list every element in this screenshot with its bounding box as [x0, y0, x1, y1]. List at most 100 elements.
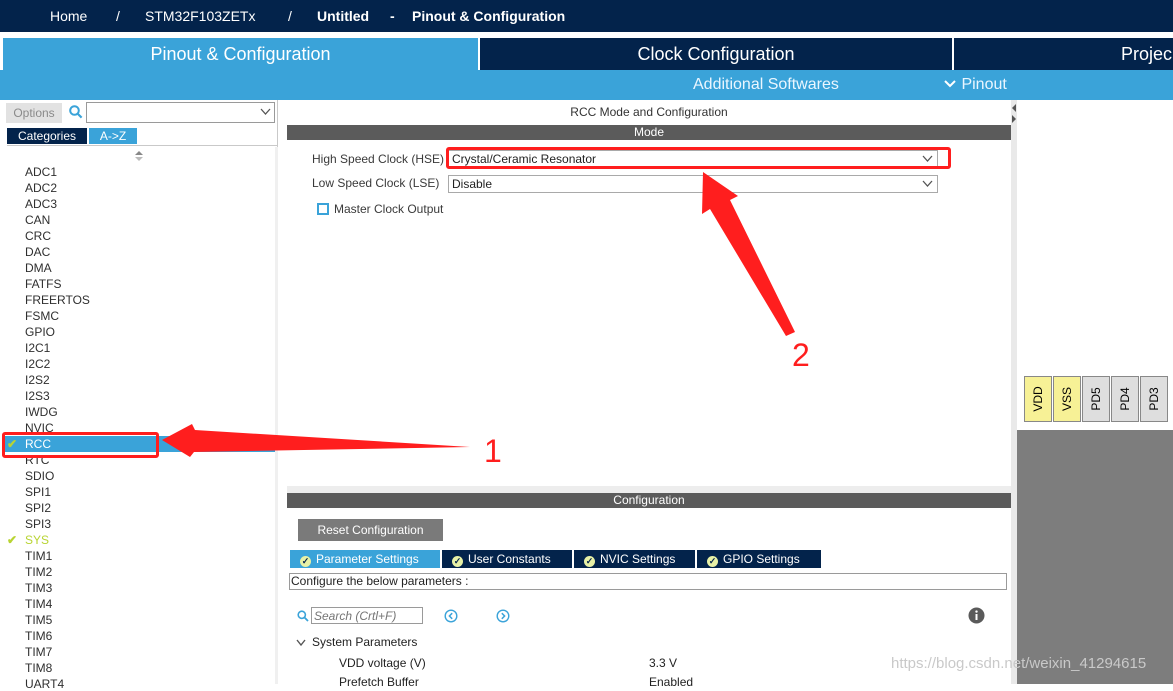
category-label: ADC1 — [25, 165, 58, 179]
param-value[interactable]: 3.3 V — [649, 656, 677, 670]
category-item-uart4[interactable]: UART4 — [25, 677, 64, 691]
category-item-gpio[interactable]: GPIO — [25, 325, 55, 339]
category-label: TIM5 — [25, 613, 53, 627]
category-item-spi3[interactable]: SPI3 — [25, 517, 51, 531]
category-item-tim5[interactable]: TIM5 — [25, 613, 52, 627]
breadcrumb-separator: / — [116, 8, 120, 24]
chevron-down-icon — [922, 180, 933, 187]
check-circle-icon: ✓ — [707, 556, 718, 567]
category-item-spi2[interactable]: SPI2 — [25, 501, 51, 515]
category-item-fsmc[interactable]: FSMC — [25, 309, 59, 323]
category-item-crc[interactable]: CRC — [25, 229, 51, 243]
breadcrumb-separator: / — [288, 8, 292, 24]
pin-pd4[interactable]: PD4 — [1111, 376, 1139, 422]
check-circle-icon: ✓ — [584, 556, 595, 567]
pin-vss[interactable]: VSS — [1053, 376, 1081, 422]
hse-label: High Speed Clock (HSE) — [312, 152, 445, 166]
checkmark-icon: ✔ — [7, 533, 18, 547]
category-item-dac[interactable]: DAC — [25, 245, 50, 259]
config-tabs: ✓ Parameter Settings ✓ User Constants ✓ NVI… — [290, 550, 1010, 568]
tab-pinout-configuration[interactable]: Pinout & Configuration — [3, 38, 478, 70]
category-label: TIM1 — [25, 549, 53, 563]
check-circle-icon: ✓ — [300, 556, 311, 567]
category-label: I2C2 — [25, 357, 51, 371]
previous-icon[interactable] — [444, 609, 458, 623]
tab-project-manager[interactable]: Projec — [954, 38, 1173, 70]
category-item-i2s2[interactable]: I2S2 — [25, 373, 50, 387]
breadcrumb-device[interactable]: STM32F103ZETx — [145, 8, 255, 24]
category-item-tim6[interactable]: TIM6 — [25, 629, 52, 643]
tab-user-constants[interactable]: ✓ User Constants — [442, 550, 572, 568]
category-item-iwdg[interactable]: IWDG — [25, 405, 58, 419]
pin-pd5[interactable]: PD5 — [1082, 376, 1110, 422]
category-item-i2c1[interactable]: I2C1 — [25, 341, 50, 355]
pin-pd3[interactable]: PD3 — [1140, 376, 1168, 422]
param-name: VDD voltage (V) — [339, 656, 426, 670]
category-item-sys[interactable]: ✔ SYS — [7, 533, 49, 547]
param-name: Prefetch Buffer — [339, 675, 419, 689]
category-label: SPI3 — [25, 517, 52, 531]
param-value[interactable]: Enabled — [649, 675, 693, 689]
category-label: IWDG — [25, 405, 58, 419]
category-label: TIM2 — [25, 565, 53, 579]
category-label: FREERTOS — [25, 293, 90, 307]
category-item-freertos[interactable]: FREERTOS — [25, 293, 90, 307]
category-item-tim2[interactable]: TIM2 — [25, 565, 52, 579]
mode-header: Mode — [287, 125, 1011, 140]
pin-vdd[interactable]: VDD — [1024, 376, 1052, 422]
parameter-search-input[interactable] — [311, 607, 423, 624]
category-label: DMA — [25, 261, 52, 275]
category-item-sdio[interactable]: SDIO — [25, 469, 54, 483]
pinout-menu[interactable]: Pinout — [943, 76, 1007, 94]
annotation-label-2: 2 — [792, 337, 810, 373]
category-item-adc3[interactable]: ADC3 — [25, 197, 57, 211]
category-item-i2c2[interactable]: I2C2 — [25, 357, 50, 371]
chevron-down-icon[interactable] — [260, 108, 271, 116]
lse-select[interactable]: Disable — [448, 175, 938, 193]
center-panel: RCC Mode and Configuration Mode High Spe… — [287, 100, 1011, 689]
category-item-can[interactable]: CAN — [25, 213, 50, 227]
options-label: Options — [6, 103, 62, 123]
mco-checkbox[interactable] — [317, 203, 329, 215]
category-label: SDIO — [25, 469, 55, 483]
breadcrumb-home[interactable]: Home — [50, 8, 87, 24]
main-tabs: Pinout & Configuration Clock Configurati… — [0, 38, 1173, 72]
highlight-box-rcc — [2, 432, 159, 458]
category-search-input[interactable] — [86, 102, 275, 123]
divider — [7, 145, 277, 146]
chip-view: VDD VSS PD5 PD4 PD3 — [1017, 100, 1173, 684]
reset-configuration-button[interactable]: Reset Configuration — [298, 519, 443, 541]
tab-a-to-z[interactable]: A->Z — [89, 128, 137, 144]
category-item-fatfs[interactable]: FATFS — [25, 277, 61, 291]
tab-gpio-settings[interactable]: ✓ GPIO Settings — [697, 550, 821, 568]
search-icon — [297, 610, 309, 622]
category-item-tim7[interactable]: TIM7 — [25, 645, 52, 659]
mco-label: Master Clock Output — [334, 202, 444, 216]
category-item-tim8[interactable]: TIM8 — [25, 661, 52, 675]
category-item-tim1[interactable]: TIM1 — [25, 549, 52, 563]
additional-softwares-button[interactable]: Additional Softwares — [693, 76, 839, 94]
category-item-tim3[interactable]: TIM3 — [25, 581, 52, 595]
category-item-i2s3[interactable]: I2S3 — [25, 389, 50, 403]
next-icon[interactable] — [496, 609, 510, 623]
tab-nvic-settings[interactable]: ✓ NVIC Settings — [574, 550, 695, 568]
category-label: SPI2 — [25, 501, 52, 515]
tab-categories[interactable]: Categories — [7, 128, 87, 144]
category-item-adc1[interactable]: ADC1 — [25, 165, 57, 179]
category-item-dma[interactable]: DMA — [25, 261, 52, 275]
breadcrumb-project[interactable]: Untitled — [317, 8, 369, 24]
category-item-adc2[interactable]: ADC2 — [25, 181, 57, 195]
category-label: DAC — [25, 245, 51, 259]
chevron-down-icon[interactable] — [296, 639, 306, 647]
category-label: GPIO — [25, 325, 56, 339]
category-item-spi1[interactable]: SPI1 — [25, 485, 51, 499]
tab-parameter-settings[interactable]: ✓ Parameter Settings — [290, 550, 440, 568]
tab-clock-configuration[interactable]: Clock Configuration — [480, 38, 952, 70]
info-icon[interactable] — [968, 607, 985, 624]
breadcrumb-dash: - — [390, 8, 395, 24]
chip-body — [1017, 430, 1173, 684]
scrollbar[interactable] — [275, 147, 278, 684]
sort-icon[interactable] — [134, 150, 144, 162]
category-label: ADC2 — [25, 181, 58, 195]
category-item-tim4[interactable]: TIM4 — [25, 597, 52, 611]
